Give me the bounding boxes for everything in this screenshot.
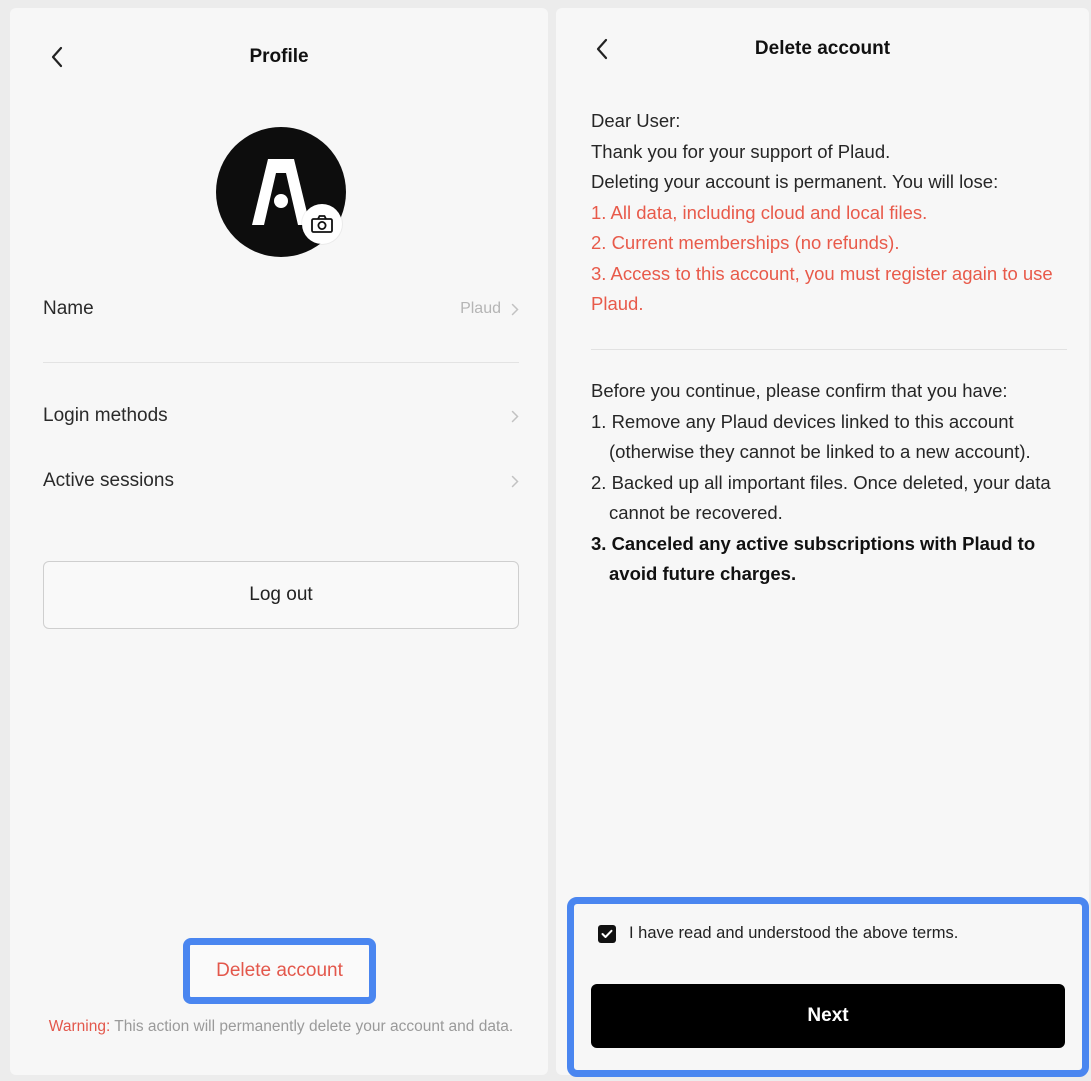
- confirm-block: Before you continue, please confirm that…: [591, 376, 1069, 590]
- active-sessions-label: Active sessions: [43, 470, 174, 491]
- login-methods-row[interactable]: Login methods: [43, 396, 519, 436]
- name-label: Name: [43, 298, 94, 319]
- delete-account-link[interactable]: Delete account: [216, 960, 343, 982]
- page-title: Profile: [249, 46, 309, 67]
- chevron-right-icon: [511, 475, 519, 487]
- delete-account-screen: Delete account Dear User: Thank you for …: [556, 8, 1089, 1077]
- confirm-item: 3. Canceled any active subscriptions wit…: [591, 532, 1036, 585]
- warning-message: Warning: This action will permanently de…: [43, 1016, 519, 1038]
- profile-screen: Profile Name Plaud Login methods Active …: [10, 8, 548, 1075]
- confirm-heading: Before you continue, please confirm that…: [591, 380, 1008, 401]
- warning-label: Warning:: [48, 1018, 111, 1035]
- active-sessions-row[interactable]: Active sessions: [43, 461, 519, 501]
- intro-line: Dear User:: [591, 110, 681, 131]
- warning-text: This action will permanently delete your…: [114, 1018, 514, 1035]
- lose-item: 1. All data, including cloud and local f…: [591, 201, 928, 223]
- intro-line: Deleting your account is permanent. You …: [591, 171, 999, 192]
- chevron-right-icon: [511, 303, 519, 315]
- terms-checkbox-row[interactable]: I have read and understood the above ter…: [598, 924, 958, 943]
- change-photo-button[interactable]: [302, 204, 342, 244]
- camera-icon: [311, 215, 333, 233]
- chevron-right-icon: [511, 410, 519, 422]
- terms-label: I have read and understood the above ter…: [629, 924, 959, 942]
- name-value: Plaud: [460, 300, 501, 317]
- intro-line: Thank you for your support of Plaud.: [591, 140, 891, 162]
- divider: [43, 362, 519, 363]
- login-methods-label: Login methods: [43, 405, 168, 426]
- next-button[interactable]: Next: [591, 984, 1065, 1048]
- confirm-item: 2. Backed up all important files. Once d…: [591, 471, 1051, 524]
- confirm-footer-highlight: I have read and understood the above ter…: [567, 897, 1089, 1077]
- terms-checkbox[interactable]: [598, 924, 616, 943]
- name-row[interactable]: Name Plaud: [43, 289, 519, 329]
- page-title: Delete account: [754, 38, 891, 59]
- divider: [591, 349, 1067, 350]
- intro-block: Dear User: Thank you for your support of…: [591, 106, 1071, 320]
- confirm-item: 1. Remove any Plaud devices linked to th…: [591, 410, 1031, 463]
- lose-item: 3. Access to this account, you must regi…: [591, 262, 1053, 315]
- lose-item: 2. Current memberships (no refunds).: [591, 232, 900, 253]
- logout-button[interactable]: Log out: [43, 561, 519, 629]
- delete-account-highlight: Delete account: [183, 938, 376, 1004]
- checkmark-icon: [601, 929, 613, 938]
